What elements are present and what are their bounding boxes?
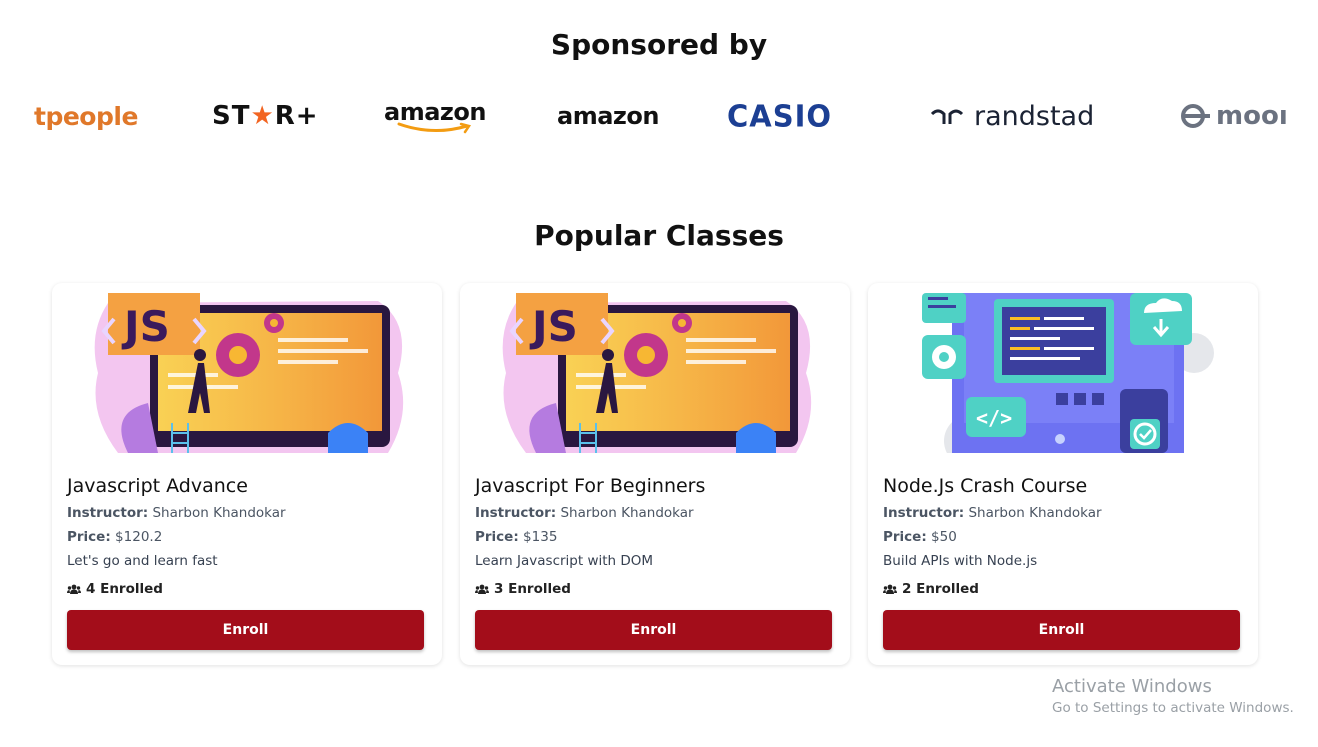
- enrolled-count: 2 Enrolled: [883, 581, 979, 597]
- moo-logo-text: mooı: [1216, 101, 1288, 131]
- users-icon: [475, 584, 489, 594]
- sponsored-by-heading: Sponsored by: [550, 28, 768, 61]
- enrolled-count: 3 Enrolled: [475, 581, 571, 597]
- people-logo-text: tpeople: [34, 101, 138, 131]
- class-card: </> Node.Js Crash Course Instructor: Sha…: [868, 283, 1258, 665]
- amazon-logo: amazon: [557, 88, 659, 144]
- enroll-button[interactable]: Enroll: [67, 610, 424, 650]
- moo-logo: mooı: [1178, 88, 1288, 144]
- class-card: JS Javascript For Beginners Instructor: …: [460, 283, 850, 665]
- instructor-label: Instructor:: [67, 505, 149, 521]
- watermark-subtitle: Go to Settings to activate Windows.: [1052, 700, 1294, 716]
- price-label: Price:: [475, 529, 519, 545]
- star-plus-logo: ST ★ R+: [212, 88, 319, 144]
- enrolled-text: 3 Enrolled: [494, 581, 571, 597]
- amazon-smile-icon: [397, 122, 471, 134]
- class-instructor: Instructor: Sharbon Khandokar: [883, 505, 1102, 521]
- javascript-illustration: JS: [88, 293, 412, 453]
- randstad-logo-text: randstad: [974, 100, 1095, 132]
- price-label: Price:: [883, 529, 927, 545]
- class-instructor: Instructor: Sharbon Khandokar: [475, 505, 694, 521]
- instructor-name: Sharbon Khandokar: [560, 505, 694, 521]
- star-plus-logo-text-b: R+: [274, 101, 319, 131]
- class-description: Build APIs with Node.js: [883, 553, 1038, 569]
- casio-logo-text: CASIO: [727, 98, 833, 134]
- users-icon: [883, 584, 897, 594]
- instructor-name: Sharbon Khandokar: [152, 505, 286, 521]
- watermark-title: Activate Windows: [1052, 676, 1212, 697]
- enrolled-text: 2 Enrolled: [902, 581, 979, 597]
- class-card-grid: JS Javascript Advance Instructor: Sharbo…: [52, 283, 1258, 667]
- randstad-mark-icon: [930, 109, 964, 124]
- enrolled-text: 4 Enrolled: [86, 581, 163, 597]
- popular-classes-heading: Popular Classes: [534, 219, 784, 252]
- svg-text:</>: </>: [976, 406, 1012, 430]
- class-price: Price: $120.2: [67, 529, 162, 545]
- star-plus-logo-text-a: ST: [212, 101, 251, 131]
- price-value: $120.2: [115, 529, 163, 545]
- class-instructor: Instructor: Sharbon Khandokar: [67, 505, 286, 521]
- enroll-button[interactable]: Enroll: [475, 610, 832, 650]
- amazon-logo-text: amazon: [557, 102, 659, 130]
- class-card: JS Javascript Advance Instructor: Sharbo…: [52, 283, 442, 665]
- users-icon: [67, 584, 81, 594]
- class-price: Price: $135: [475, 529, 557, 545]
- moo-mark-icon: [1181, 104, 1210, 128]
- class-description: Learn Javascript with DOM: [475, 553, 654, 569]
- price-value: $135: [523, 529, 558, 545]
- casio-logo: CASIO: [727, 88, 832, 144]
- class-price: Price: $50: [883, 529, 957, 545]
- class-title: Javascript Advance: [67, 475, 248, 497]
- price-value: $50: [931, 529, 957, 545]
- svg-text:JS: JS: [121, 302, 170, 351]
- price-label: Price:: [67, 529, 111, 545]
- class-title: Javascript For Beginners: [475, 475, 706, 497]
- nodejs-illustration: </>: [904, 293, 1228, 453]
- amazon-logo: amazon: [384, 88, 486, 144]
- people-logo: tpeople: [34, 88, 138, 144]
- javascript-illustration: JS: [496, 293, 820, 453]
- enrolled-count: 4 Enrolled: [67, 581, 163, 597]
- instructor-label: Instructor:: [883, 505, 965, 521]
- class-description: Let's go and learn fast: [67, 553, 218, 569]
- randstad-logo: randstad: [930, 88, 1094, 144]
- enroll-button[interactable]: Enroll: [883, 610, 1240, 650]
- sponsor-logo-carousel: tpeople ST ★ R+ amazon amazon CASIO randst…: [0, 88, 1318, 144]
- svg-text:JS: JS: [529, 302, 578, 351]
- instructor-name: Sharbon Khandokar: [968, 505, 1102, 521]
- star-icon: ★: [250, 101, 275, 131]
- windows-activation-watermark: Activate Windows Go to Settings to activ…: [1052, 676, 1294, 716]
- instructor-label: Instructor:: [475, 505, 557, 521]
- class-title: Node.Js Crash Course: [883, 475, 1088, 497]
